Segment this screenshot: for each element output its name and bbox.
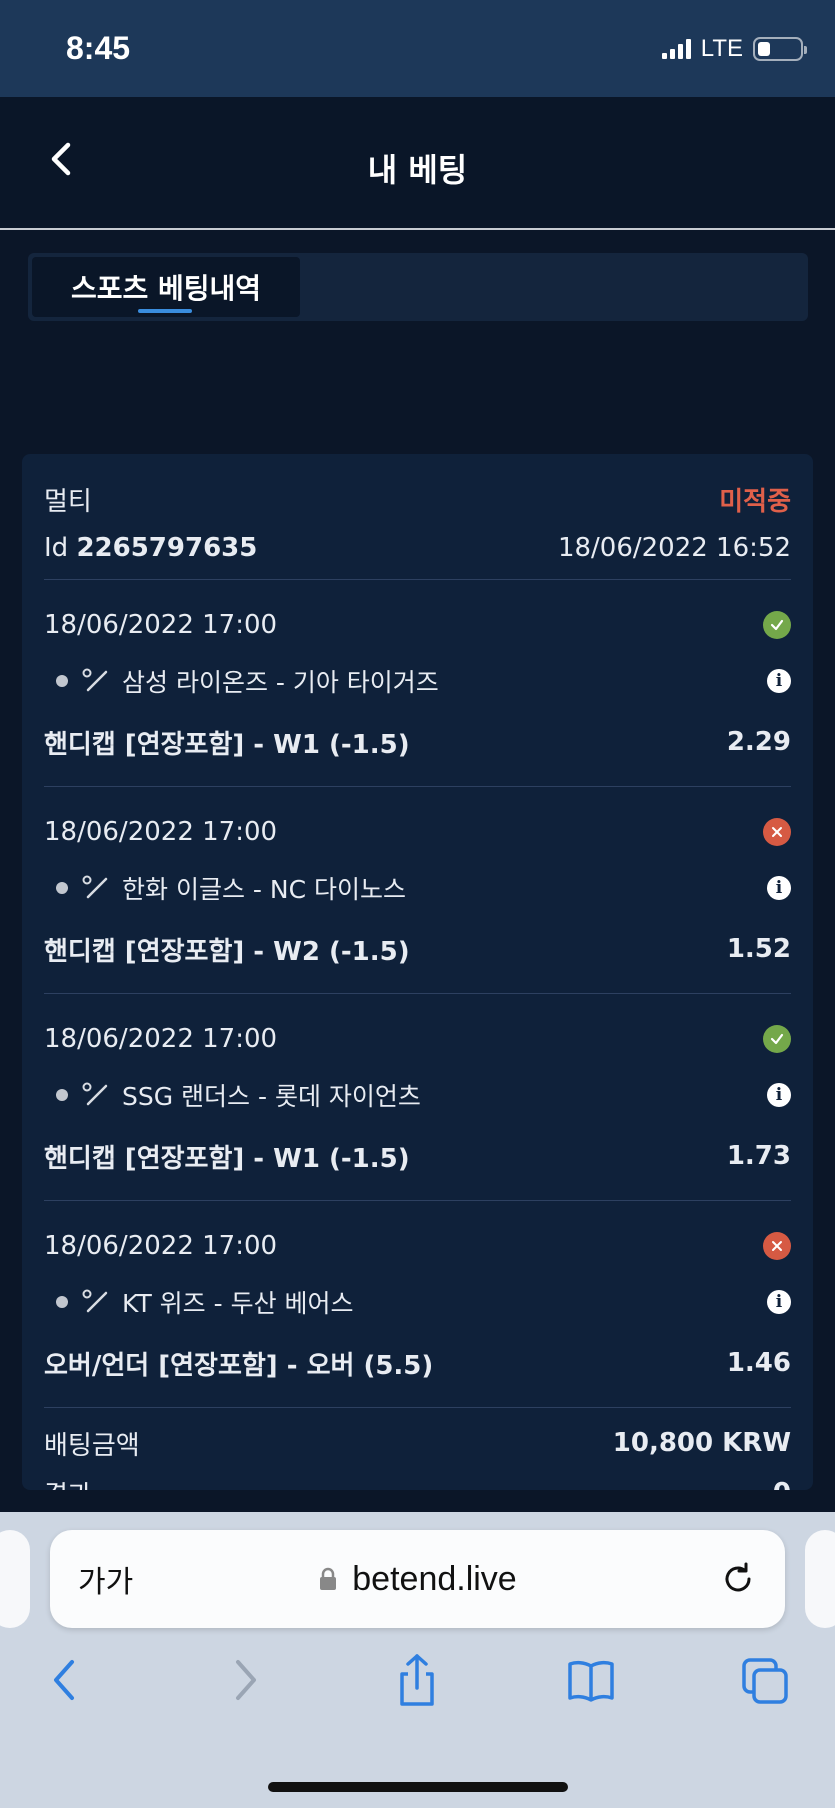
selection-odds: 1.73 — [726, 1141, 791, 1171]
bet-type: 멀티 — [44, 486, 92, 517]
info-icon[interactable]: i — [767, 1083, 791, 1107]
selection-match: 한화 이글스 - NC 다이노스 — [122, 875, 406, 904]
status-bar: 8:45 LTE — [0, 0, 835, 97]
app-header: 내 베팅 — [0, 97, 835, 230]
tab-bar: 스포츠 베팅내역 — [28, 253, 808, 321]
baseball-icon — [82, 1082, 108, 1106]
info-icon[interactable]: i — [767, 1290, 791, 1314]
result-value: 0 — [773, 1478, 791, 1490]
status-indicators: LTE — [661, 34, 807, 63]
selection-odds: 1.52 — [726, 934, 791, 964]
home-indicator[interactable] — [268, 1782, 568, 1792]
stake-value: 10,800 KRW — [612, 1428, 791, 1458]
page-title: 내 베팅 — [367, 151, 468, 189]
lose-x-icon — [763, 818, 791, 846]
selection-match: 삼성 라이온즈 - 기아 타이거즈 — [122, 668, 439, 697]
selection-datetime: 18/06/2022 17:00 — [44, 1231, 278, 1261]
selection-item: 18/06/2022 17:00 삼성 라이온즈 - 기아 타이거즈 i 핸디캡… — [44, 580, 791, 787]
signal-icon — [661, 38, 691, 59]
selection-odds: 2.29 — [726, 727, 791, 757]
active-tab-indicator — [138, 309, 192, 313]
win-check-icon — [763, 611, 791, 639]
selection-market: 핸디캡 [연장포함] - W1 (-1.5) — [44, 729, 410, 760]
selection-datetime: 18/06/2022 17:00 — [44, 817, 278, 847]
next-tab-preview[interactable] — [805, 1530, 835, 1628]
baseball-icon — [82, 875, 108, 899]
selection-match: SSG 랜더스 - 롯데 자이언츠 — [122, 1082, 421, 1111]
bet-card[interactable]: 멀티 미적중 Id 2265797635 18/06/2022 16:52 18… — [22, 454, 813, 1490]
selection-odds: 1.46 — [726, 1348, 791, 1378]
status-time: 8:45 — [66, 30, 131, 66]
reload-icon[interactable] — [719, 1560, 757, 1598]
baseball-icon — [82, 1289, 108, 1313]
lock-icon — [320, 1567, 337, 1590]
battery-icon — [753, 36, 807, 61]
selection-match: KT 위즈 - 두산 베어스 — [122, 1289, 354, 1318]
selection-market: 핸디캡 [연장포함] - W1 (-1.5) — [44, 1143, 410, 1174]
back-icon[interactable] — [40, 1652, 90, 1708]
browser-toolbar — [0, 1652, 835, 1742]
result-label: 결과 — [44, 1475, 92, 1491]
bet-id: Id 2265797635 — [44, 532, 258, 563]
dot-icon — [56, 1089, 68, 1101]
selection-datetime: 18/06/2022 17:00 — [44, 610, 278, 640]
info-icon[interactable]: i — [767, 669, 791, 693]
selection-item: 18/06/2022 17:00 KT 위즈 - 두산 베어스 i 오버/언더 … — [44, 1201, 791, 1408]
lose-x-icon — [763, 1232, 791, 1260]
bet-status: 미적중 — [719, 486, 791, 517]
win-check-icon — [763, 1025, 791, 1053]
browser-chrome: 가가 betend.live — [0, 1512, 835, 1808]
tab-label: 스포츠 베팅내역 — [70, 272, 262, 305]
bet-type-row: 멀티 미적중 — [44, 476, 791, 522]
dot-icon — [56, 675, 68, 687]
share-icon[interactable] — [392, 1652, 442, 1708]
stake-label: 배팅금액 — [44, 1430, 140, 1461]
forward-icon[interactable] — [220, 1652, 270, 1708]
address-bar[interactable]: 가가 betend.live — [50, 1530, 785, 1628]
tab-sports-bet-history[interactable]: 스포츠 베팅내역 — [32, 257, 300, 317]
url-display[interactable]: betend.live — [50, 1560, 785, 1599]
dot-icon — [56, 882, 68, 894]
url-text: betend.live — [352, 1559, 517, 1598]
selection-item: 18/06/2022 17:00 한화 이글스 - NC 다이노스 i 핸디캡 … — [44, 787, 791, 994]
info-icon[interactable]: i — [767, 876, 791, 900]
network-label: LTE — [700, 34, 743, 62]
result-row: 결과 0 — [44, 1478, 791, 1490]
tabs-icon[interactable] — [740, 1652, 790, 1708]
bet-placed-at: 18/06/2022 16:52 — [557, 532, 791, 563]
prev-tab-preview[interactable] — [0, 1530, 30, 1628]
selection-market: 오버/언더 [연장포함] - 오버 (5.5) — [44, 1350, 434, 1381]
selection-datetime: 18/06/2022 17:00 — [44, 1024, 278, 1054]
stake-row: 배팅금액 10,800 KRW — [44, 1408, 791, 1478]
dot-icon — [56, 1296, 68, 1308]
baseball-icon — [82, 668, 108, 692]
bet-id-row: Id 2265797635 18/06/2022 16:52 — [44, 522, 791, 580]
selection-item: 18/06/2022 17:00 SSG 랜더스 - 롯데 자이언츠 i 핸디캡… — [44, 994, 791, 1201]
selection-market: 핸디캡 [연장포함] - W2 (-1.5) — [44, 936, 410, 967]
bookmarks-icon[interactable] — [566, 1652, 616, 1708]
